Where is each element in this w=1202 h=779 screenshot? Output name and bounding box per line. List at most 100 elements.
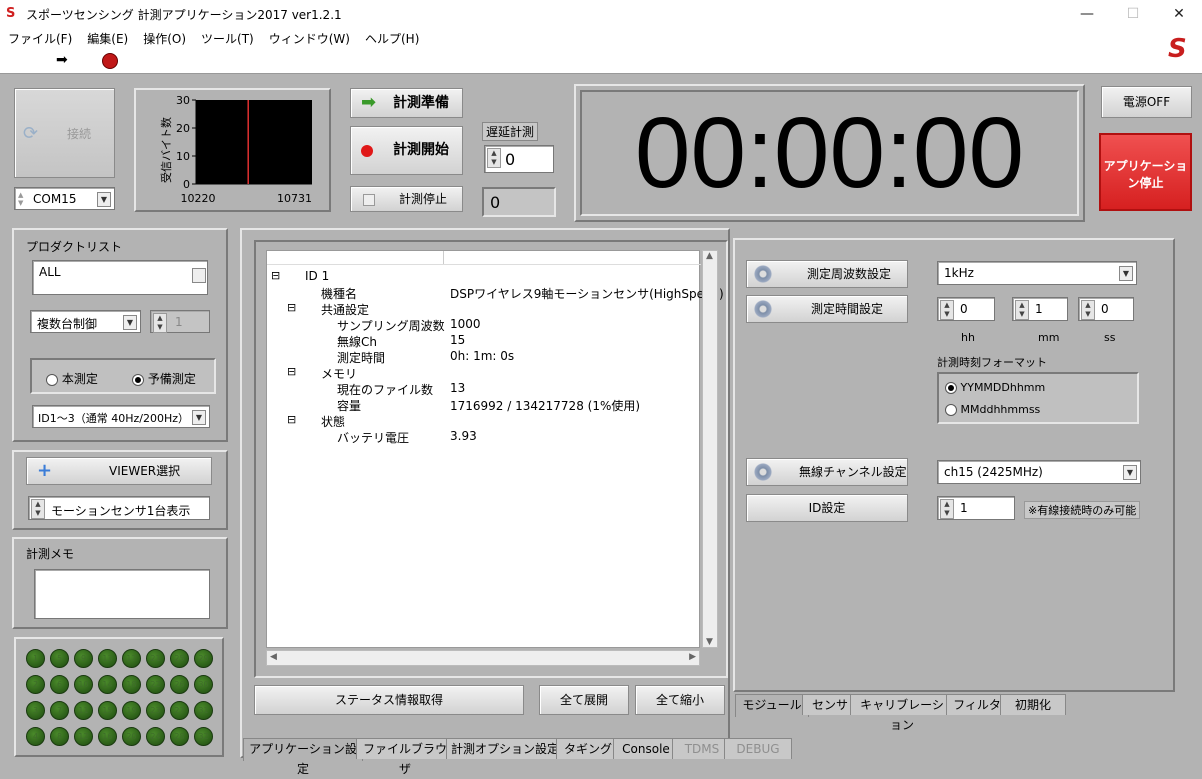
multi-control-select[interactable]: 複数台制御 ▼ <box>30 310 141 333</box>
delay-spinner[interactable]: ▲ ▼ <box>487 148 501 168</box>
bottom-tab[interactable]: 計測オプション設定 <box>446 738 564 759</box>
menu-item[interactable]: ウィンドウ(W) <box>261 28 357 47</box>
delay-input[interactable]: ▲ ▼ 0 <box>484 145 554 173</box>
bottom-tab[interactable]: ファイルブラウザ <box>356 738 454 776</box>
format-b-label: MMddhhmmss <box>960 403 1041 416</box>
tree-row[interactable]: ⊟ 状態 <box>267 413 701 429</box>
menu-item[interactable]: 操作(O) <box>135 28 193 47</box>
module-tab[interactable]: フィルタ <box>946 694 1008 715</box>
channel-setting-button[interactable]: 無線チャンネル設定 <box>746 458 908 486</box>
channel-led: 26 <box>170 675 189 694</box>
ss-spinner[interactable]: ▲ ▼ <box>1081 300 1095 320</box>
tree-row-value: 15 <box>450 333 466 347</box>
run-arrow-icon[interactable]: ➡ <box>56 52 68 68</box>
tree-vscroll[interactable]: ▲ ▼ <box>702 250 718 648</box>
channel-led: 7 <box>50 701 69 720</box>
chevron-down-icon[interactable]: ▼ <box>1119 266 1133 281</box>
tree-row[interactable]: 容量 1716992 / 134217728 (1%使用) <box>267 397 701 413</box>
module-tab[interactable]: キャリブレーション <box>850 694 954 732</box>
expand-all-button[interactable]: 全て展開 <box>539 685 629 715</box>
maximize-button[interactable]: ☐ <box>1110 0 1156 28</box>
bottom-tab[interactable]: アプリケーション設定 <box>243 738 363 776</box>
collapse-toggle-icon[interactable]: ⊟ <box>271 269 280 282</box>
close-button[interactable]: ✕ <box>1156 0 1202 28</box>
stop-label: 計測停止 <box>399 192 448 206</box>
menu-item[interactable]: ファイル(F) <box>0 28 79 47</box>
stop-button[interactable]: 計測停止 <box>350 186 463 212</box>
tree-row[interactable]: 無線Ch 15 <box>267 333 701 349</box>
status-button[interactable]: ステータス情報取得 <box>254 685 524 715</box>
collapse-toggle-icon[interactable]: ⊟ <box>287 365 296 378</box>
format-a-radio[interactable]: YYMMDDhhmm <box>945 381 1045 394</box>
chevron-down-icon[interactable]: ▼ <box>192 409 206 425</box>
collapse-all-button[interactable]: 全て縮小 <box>635 685 725 715</box>
scroll-left-icon[interactable]: ◀ <box>270 652 277 662</box>
ss-input[interactable]: ▲ ▼ 0 <box>1078 297 1134 321</box>
mode-pre-radio[interactable]: 予備測定 <box>132 370 196 387</box>
freq-select[interactable]: 1kHz ▼ <box>937 261 1137 285</box>
chevron-down-icon[interactable]: ▼ <box>123 314 137 330</box>
collapse-toggle-icon[interactable]: ⊟ <box>287 413 296 426</box>
chevron-down-icon[interactable] <box>192 268 206 283</box>
tree-hscroll[interactable]: ◀ ▶ <box>266 650 700 666</box>
multi-count-input[interactable]: ▲ ▼ 1 <box>150 310 210 333</box>
module-tab[interactable]: 初期化 <box>1000 694 1066 715</box>
tree-row[interactable]: バッテリ電圧 3.93 <box>267 429 701 445</box>
viewer-select-button[interactable]: + VIEWER選択 <box>26 457 212 485</box>
channel-led: 23 <box>146 701 165 720</box>
id-spinner[interactable]: ▲ ▼ <box>940 499 954 519</box>
connect-button[interactable]: ⟳ 接続 <box>14 88 115 178</box>
id-range-select[interactable]: ID1〜3（通常 40Hz/200Hz） ▼ <box>32 405 210 428</box>
viewer-spinner[interactable]: ▲ ▼ <box>31 499 45 519</box>
tree-row[interactable]: ⊟ ID 1 <box>267 269 701 285</box>
channel-select[interactable]: ch15 (2425MHz) ▼ <box>937 460 1141 484</box>
start-button[interactable]: 計測開始 <box>350 126 463 175</box>
mm-input[interactable]: ▲ ▼ 1 <box>1012 297 1068 321</box>
mode-main-radio[interactable]: 本測定 <box>46 370 98 387</box>
bottom-tab[interactable]: タギング <box>556 738 620 759</box>
viewer-mode-select[interactable]: ▲ ▼ モーションセンサ1台表示 <box>28 496 210 520</box>
mm-value: 1 <box>1035 302 1043 316</box>
tree-row[interactable]: ⊟ メモリ <box>267 365 701 381</box>
abort-icon[interactable] <box>102 53 118 69</box>
memo-textarea[interactable] <box>34 569 210 619</box>
time-setting-button[interactable]: 測定時間設定 <box>746 295 908 323</box>
count-spinner[interactable]: ▲ ▼ <box>153 313 167 333</box>
scroll-up-icon[interactable]: ▲ <box>706 251 713 261</box>
minimize-button[interactable]: — <box>1064 0 1110 28</box>
scroll-down-icon[interactable]: ▼ <box>706 637 713 647</box>
format-b-radio[interactable]: MMddhhmmss <box>945 403 1040 416</box>
product-list-select[interactable]: ALL <box>32 260 208 295</box>
menu-item[interactable]: ツール(T) <box>193 28 261 47</box>
app-stop-button[interactable]: アプリケーション停止 <box>1099 133 1192 211</box>
com-port-select[interactable]: ▲ ▼ COM15 ▼ <box>14 187 115 210</box>
tree-row[interactable]: 測定時間 0h: 1m: 0s <box>267 349 701 365</box>
byte-chart-panel: 受信バイト数 30 20 10 0 10220 10731 <box>134 88 331 212</box>
prepare-button[interactable]: ➡ 計測準備 <box>350 88 463 118</box>
viewer-mode-value: モーションセンサ1台表示 <box>51 504 191 518</box>
tree-row-label: メモリ <box>321 367 358 381</box>
scroll-right-icon[interactable]: ▶ <box>689 652 696 662</box>
window-title: スポーツセンシング 計測アプリケーション2017 ver1.2.1 <box>26 8 342 22</box>
tree-row[interactable]: サンプリング周波数 1000 <box>267 317 701 333</box>
viewer-panel: + VIEWER選択 ▲ ▼ モーションセンサ1台表示 <box>12 450 228 530</box>
chevron-down-icon[interactable]: ▼ <box>1123 465 1137 480</box>
id-input[interactable]: ▲ ▼ 1 <box>937 496 1015 520</box>
bottom-tab[interactable]: TDMS <box>672 738 732 759</box>
hh-input[interactable]: ▲ ▼ 0 <box>937 297 995 321</box>
tree-row[interactable]: 現在のファイル数 13 <box>267 381 701 397</box>
id-setting-button[interactable]: ID設定 <box>746 494 908 522</box>
tree-row[interactable]: 機種名 DSPワイヤレス9軸モーションセンサ(HighSpeed) <box>267 285 724 301</box>
menu-item[interactable]: 編集(E) <box>79 28 135 47</box>
tree-row[interactable]: ⊟ 共通設定 <box>267 301 701 317</box>
bottom-tab[interactable]: Console <box>613 738 679 759</box>
bottom-tab[interactable]: DEBUG <box>724 738 792 759</box>
module-tab[interactable]: モジュール <box>735 694 809 717</box>
mm-spinner[interactable]: ▲ ▼ <box>1015 300 1029 320</box>
collapse-toggle-icon[interactable]: ⊟ <box>287 301 296 314</box>
chevron-down-icon[interactable]: ▼ <box>97 191 111 207</box>
hh-spinner[interactable]: ▲ ▼ <box>940 300 954 320</box>
freq-setting-button[interactable]: 測定周波数設定 <box>746 260 908 288</box>
power-off-button[interactable]: 電源OFF <box>1101 86 1192 118</box>
menu-item[interactable]: ヘルプ(H) <box>357 28 426 47</box>
